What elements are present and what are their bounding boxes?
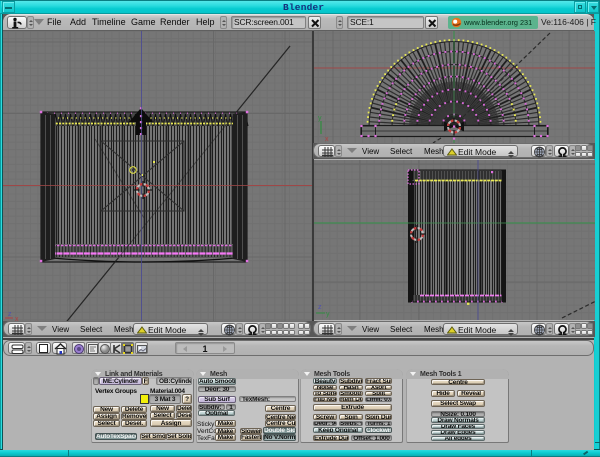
svg-text:z: z bbox=[318, 304, 322, 311]
svg-text:y: y bbox=[318, 115, 322, 122]
svg-text:y: y bbox=[326, 311, 330, 318]
svg-text:z: z bbox=[8, 311, 12, 318]
svg-text:x: x bbox=[325, 136, 329, 143]
